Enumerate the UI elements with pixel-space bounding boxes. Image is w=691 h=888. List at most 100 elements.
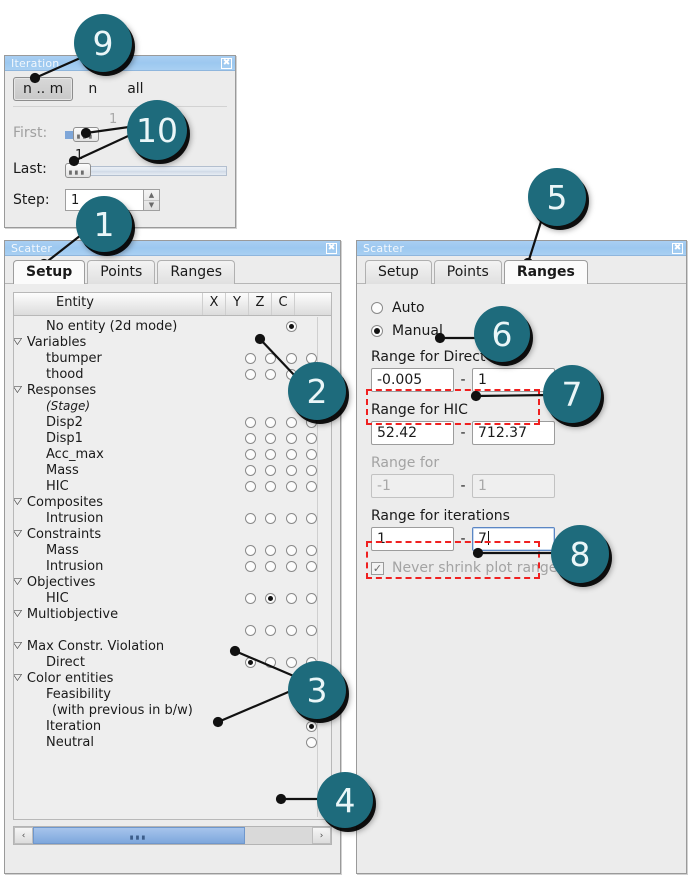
radio-c[interactable] [305, 464, 317, 476]
entity-row[interactable]: tbumper [14, 350, 331, 366]
radio-y[interactable] [265, 512, 277, 524]
radio-z[interactable] [285, 416, 297, 428]
spin-down-icon[interactable]: ▼ [144, 201, 159, 211]
mode-auto-row[interactable]: Auto [371, 300, 678, 316]
entity-row[interactable]: Neutral [14, 734, 331, 750]
radio-c[interactable] [305, 544, 317, 556]
radio-c[interactable] [305, 560, 317, 572]
entity-row[interactable]: Direct [14, 654, 331, 670]
radio-z[interactable] [285, 656, 297, 668]
radio-x[interactable] [245, 352, 256, 364]
hscroll-thumb[interactable]: ▖▖▖ [33, 827, 246, 844]
radio-z[interactable] [285, 352, 297, 364]
chevron-down-icon[interactable]: ▽ [14, 641, 22, 651]
radio-z[interactable] [285, 560, 297, 572]
radio-z[interactable] [285, 432, 297, 444]
mode-button-n-to-m[interactable]: n .. m [13, 77, 74, 101]
radio-manual[interactable] [371, 325, 383, 337]
entity-row[interactable]: ▽ Max Constr. Violation [14, 638, 331, 654]
entity-row[interactable]: HIC [14, 478, 331, 494]
step-spin-buttons[interactable]: ▲ ▼ [143, 189, 160, 211]
radio-z[interactable] [285, 544, 297, 556]
first-slider-handle[interactable]: ▖▖▖ [73, 127, 99, 142]
scroll-left-icon[interactable]: ‹ [14, 827, 33, 844]
radio-c[interactable] [305, 736, 317, 748]
radio-c[interactable] [305, 480, 317, 492]
radio-x[interactable] [245, 432, 256, 444]
radio-y[interactable] [265, 592, 277, 604]
chevron-down-icon[interactable]: ▽ [14, 337, 22, 347]
entity-row[interactable]: HIC [14, 590, 331, 606]
radio-c[interactable] [305, 720, 317, 732]
radio-x[interactable] [245, 464, 256, 476]
entity-row[interactable]: Disp2 [14, 414, 331, 430]
radio-x[interactable] [245, 416, 256, 428]
tab-ranges[interactable]: Ranges [503, 260, 588, 284]
range-max-input[interactable]: 712.37 [472, 421, 555, 445]
radio-z[interactable] [285, 480, 297, 492]
radio-c[interactable] [305, 624, 317, 636]
entity-row[interactable]: ▽ Color entities [14, 670, 331, 686]
entity-row[interactable]: ▽ Variables [14, 334, 331, 350]
radio-y[interactable] [265, 544, 277, 556]
radio-y[interactable] [265, 656, 277, 668]
radio-x[interactable] [245, 592, 256, 604]
close-icon[interactable]: ✖ [326, 242, 337, 254]
range-min-input[interactable]: 52.42 [371, 421, 454, 445]
entity-row[interactable] [14, 622, 331, 638]
tab-ranges[interactable]: Ranges [157, 260, 235, 284]
entity-row[interactable]: ▽ Objectives [14, 574, 331, 590]
never-shrink-row[interactable]: ✓ Never shrink plot range [371, 560, 678, 576]
radio-c[interactable] [305, 512, 317, 524]
radio-y[interactable] [265, 448, 277, 460]
radio-x[interactable] [245, 624, 256, 636]
entity-row[interactable]: Intrusion [14, 558, 331, 574]
tab-setup[interactable]: Setup [365, 260, 432, 284]
close-icon[interactable]: ✖ [221, 57, 232, 69]
entity-row[interactable]: (with previous in b/w) [14, 702, 331, 718]
chevron-down-icon[interactable]: ▽ [14, 577, 22, 587]
entity-row[interactable]: Iteration [14, 718, 331, 734]
radio-x[interactable] [245, 560, 256, 572]
radio-y[interactable] [265, 560, 277, 572]
radio-c[interactable] [305, 432, 317, 444]
radio-z[interactable] [285, 512, 297, 524]
spin-up-icon[interactable]: ▲ [144, 190, 159, 201]
mode-button-n[interactable]: n [73, 77, 112, 101]
radio-x[interactable] [245, 448, 256, 460]
entity-horizontal-scrollbar[interactable]: ‹ ▖▖▖ › [13, 826, 332, 845]
radio-c[interactable] [305, 448, 317, 460]
radio-x[interactable] [245, 544, 256, 556]
close-icon[interactable]: ✖ [672, 242, 683, 254]
chevron-down-icon[interactable]: ▽ [14, 673, 22, 683]
entity-row[interactable]: Mass [14, 462, 331, 478]
radio-x[interactable] [245, 512, 256, 524]
mode-button-all[interactable]: all [112, 77, 158, 101]
radio-x[interactable] [245, 656, 256, 668]
entity-row[interactable]: Feasibility [14, 686, 331, 702]
scroll-right-icon[interactable]: › [312, 827, 331, 844]
entity-row[interactable]: Mass [14, 542, 331, 558]
entity-row[interactable]: ▽ Responses [14, 382, 331, 398]
radio-x[interactable] [245, 480, 256, 492]
hscroll-track[interactable]: ▖▖▖ [33, 827, 312, 844]
range-max-input[interactable]: 7 [472, 527, 555, 551]
entity-row[interactable]: Acc_max [14, 446, 331, 462]
entity-row[interactable]: ▽ Composites [14, 494, 331, 510]
tab-points[interactable]: Points [433, 260, 502, 284]
entity-row[interactable]: Intrusion [14, 510, 331, 526]
tab-points[interactable]: Points [87, 260, 156, 284]
radio-auto[interactable] [371, 302, 383, 314]
radio-z[interactable] [285, 464, 297, 476]
entity-row[interactable]: thood [14, 366, 331, 382]
radio-y[interactable] [265, 432, 277, 444]
last-slider-handle[interactable]: ▖▖▖ [65, 163, 91, 178]
entity-row[interactable]: ▽ Constraints [14, 526, 331, 542]
radio-y[interactable] [265, 480, 277, 492]
range-min-input[interactable]: 1 [371, 527, 454, 551]
radio-y[interactable] [265, 464, 277, 476]
entity-row[interactable]: Disp1 [14, 430, 331, 446]
entity-row[interactable]: ▽ Multiobjective [14, 606, 331, 622]
radio-z[interactable] [285, 448, 297, 460]
tab-setup[interactable]: Setup [13, 260, 86, 284]
